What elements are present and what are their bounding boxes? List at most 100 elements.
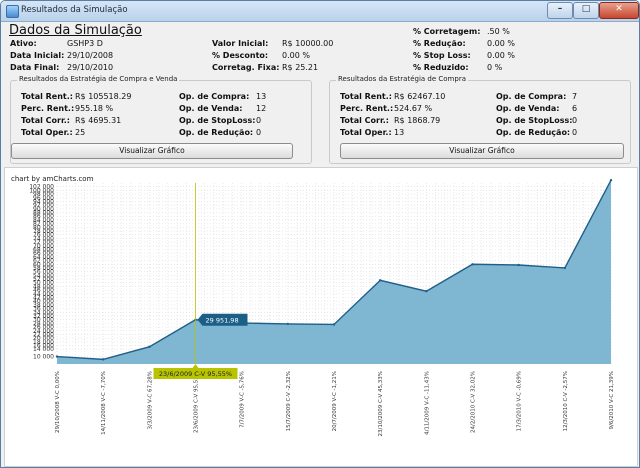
corretagem-fixa-value: R$ 25.21: [282, 63, 319, 72]
data-point: [609, 178, 613, 182]
ativo-value: GSHP3 D: [67, 39, 103, 48]
data-inicial-value: 29/10/2008: [67, 51, 114, 60]
data-point: [286, 322, 290, 326]
cursor-label-pointer: [192, 364, 199, 368]
data-final-label: Data Final:: [10, 63, 60, 72]
total-corr-label: Total Corr.:: [21, 116, 70, 125]
pct-reduzido-value: 0 %: [487, 63, 503, 72]
pct-corretagem-value: .50 %: [487, 27, 510, 36]
data-final-value: 29/10/2010: [67, 63, 114, 72]
valor-inicial-value: R$ 10000.00: [282, 39, 334, 48]
data-point: [55, 355, 59, 358]
data-point: [563, 266, 567, 270]
op-stoploss-value: 0: [256, 116, 262, 125]
window-title: Resultados da Simulação: [21, 5, 128, 15]
x-tick-label: 4/11/2009 V-C -11,43%: [424, 371, 430, 435]
op-compra-value: 13: [256, 92, 267, 101]
x-tick-label: 20/7/2009 V-C -1,21%: [332, 371, 338, 431]
op-stoploss-label: Op. de StopLoss:: [179, 116, 256, 125]
results-window: Resultados da Simulação – □ ✕ Dados da S…: [0, 0, 640, 468]
data-point: [425, 290, 428, 293]
visualizar-grafico-button[interactable]: Visualizar Gráfico: [340, 143, 624, 159]
total-oper-label: Total Oper.:: [21, 128, 73, 137]
op-venda-value: 12: [256, 104, 267, 113]
data-point: [517, 263, 520, 267]
total-oper-value: 13: [394, 128, 405, 137]
data-point: [332, 323, 336, 326]
title-bar[interactable]: Resultados da Simulação – □ ✕: [1, 1, 639, 22]
x-tick-label: 17/3/2010 V-C -0,69%: [517, 371, 523, 431]
group-compra: Resultados da Estratégia de Compra Total…: [329, 75, 631, 164]
pct-reduzido-label: % Reduzido:: [413, 63, 469, 72]
desconto-label: % Desconto:: [212, 51, 269, 60]
pct-corretagem-label: % Corretagem:: [413, 27, 481, 36]
total-oper-value: 25: [75, 128, 86, 137]
x-tick-label: 24/2/2010 C-V 32,02%: [471, 371, 477, 433]
op-reducao-value: 0: [256, 128, 262, 137]
ativo-label: Ativo:: [10, 39, 37, 48]
op-venda-label: Op. de Venda:: [496, 104, 560, 113]
total-corr-label: Total Corr.:: [340, 116, 389, 125]
x-tick-label: 15/7/2009 C-V -2,32%: [286, 371, 292, 431]
minimize-icon: –: [557, 4, 563, 14]
data-point: [378, 279, 382, 282]
total-rent-label: Total Rent.:: [340, 92, 392, 101]
close-button[interactable]: ✕: [599, 2, 639, 19]
op-stoploss-label: Op. de StopLoss:: [496, 116, 573, 125]
visualizar-grafico-button[interactable]: Visualizar Gráfico: [11, 143, 293, 159]
op-reducao-label: Op. de Redução:: [496, 128, 571, 137]
op-compra-label: Op. de Compra:: [179, 92, 250, 101]
op-venda-value: 6: [572, 104, 578, 113]
x-tick-label: 23/10/2009 C-V 45,33%: [378, 371, 384, 436]
pct-reducao-value: 0.00 %: [487, 39, 515, 48]
x-tick-label: 23/6/2009 C-V 95,55%: [194, 371, 200, 433]
op-reducao-value: 0: [572, 128, 578, 137]
op-reducao-label: Op. de Redução:: [179, 128, 254, 137]
x-tick-label: 14/11/2008 V-C -7,70%: [101, 371, 107, 435]
group-compra-venda-title: Resultados da Estratégia de Compra e Ven…: [17, 75, 180, 83]
group-compra-title: Resultados da Estratégia de Compra: [336, 75, 468, 83]
total-rent-label: Total Rent.:: [21, 92, 73, 101]
close-icon: ✕: [615, 4, 623, 14]
minimize-button[interactable]: –: [547, 2, 573, 19]
value-balloon-text: 29 951,98: [206, 316, 239, 324]
perc-rent-label: Perc. Rent.:: [340, 104, 394, 113]
perc-rent-label: Perc. Rent.:: [21, 104, 75, 113]
total-rent-value: R$ 62467.10: [394, 92, 446, 101]
op-compra-value: 7: [572, 92, 578, 101]
x-tick-label: 9/6/2010 V-C 21,39%: [609, 371, 615, 429]
y-tick-label: 10 000: [33, 354, 54, 361]
op-stoploss-value: 0: [572, 116, 578, 125]
op-venda-label: Op. de Venda:: [179, 104, 243, 113]
total-corr-value: R$ 4695.31: [75, 116, 122, 125]
perc-rent-value: 955.18 %: [75, 104, 114, 113]
total-rent-value: R$ 105518.29: [75, 92, 132, 101]
perc-rent-value: 524.67 %: [394, 104, 433, 113]
maximize-icon: □: [581, 4, 591, 14]
valor-inicial-label: Valor Inicial:: [212, 39, 269, 48]
x-tick-label: 12/3/2010 C-V -2,57%: [563, 371, 569, 431]
group-compra-venda: Resultados da Estratégia de Compra e Ven…: [10, 75, 312, 164]
x-tick-label: 29/10/2008 V-C 0,00%: [55, 371, 61, 433]
summary-heading: Dados da Simulação: [9, 23, 142, 38]
chart-credit: chart by amCharts.com: [11, 175, 94, 183]
data-point: [148, 345, 151, 349]
pct-reducao-label: % Redução:: [413, 39, 466, 48]
app-icon: [6, 5, 19, 18]
total-oper-label: Total Oper.:: [340, 128, 392, 137]
cursor-label-text: 23/6/2009 C-V 95,55%: [159, 370, 232, 378]
maximize-button[interactable]: □: [573, 2, 599, 19]
x-tick-label: 3/3/2009 V-C 67,28%: [147, 371, 153, 429]
total-corr-value: R$ 1868.79: [394, 116, 441, 125]
desconto-value: 0.00 %: [282, 51, 310, 60]
y-tick-label: 102 000: [29, 184, 54, 191]
chart-panel: chart by amCharts.com 10 000 14 000 16 000 1…: [4, 167, 638, 467]
x-tick-label: 7/7/2009 V-C -5,76%: [240, 371, 246, 428]
op-compra-label: Op. de Compra:: [496, 92, 567, 101]
data-point: [101, 358, 105, 361]
corretagem-fixa-label: Corretag. Fixa:: [212, 63, 280, 72]
pct-stoploss-label: % Stop Loss:: [413, 51, 471, 60]
area-chart[interactable]: chart by amCharts.com10 00014 00016 0001…: [5, 168, 637, 466]
pct-stoploss-value: 0.00 %: [487, 51, 515, 60]
data-inicial-label: Data Inicial:: [10, 51, 65, 60]
